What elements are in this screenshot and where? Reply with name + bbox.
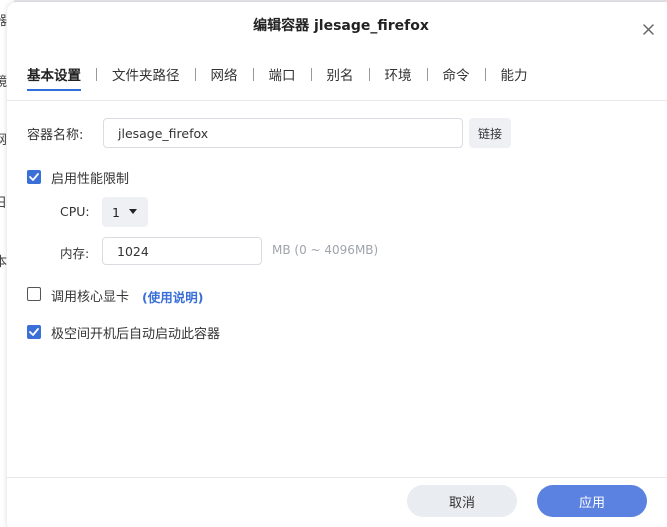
- cpu-select[interactable]: 1: [102, 197, 148, 227]
- perf-limit-label: 启用性能限制: [51, 172, 130, 187]
- gpu-checkbox[interactable]: [27, 287, 41, 301]
- check-icon: [29, 173, 39, 181]
- tab-ports[interactable]: 端口: [269, 64, 296, 90]
- container-name-label: 容器名称:: [27, 128, 84, 143]
- tab-separator: [194, 67, 196, 81]
- memory-label: 内存:: [60, 246, 90, 261]
- tab-separator: [252, 67, 254, 81]
- memory-range-hint: MB (0 ~ 4096MB): [272, 243, 379, 257]
- tab-environment[interactable]: 环境: [385, 64, 412, 90]
- tab-bar: 基本设置 文件夹路径 网络 端口 别名 环境 命令 能力: [27, 62, 528, 92]
- gpu-label: 调用核心显卡: [51, 290, 130, 305]
- dialog-title: 编辑容器 jlesage_firefox: [253, 18, 429, 34]
- background-text: 日: [0, 196, 8, 211]
- tab-folder-path[interactable]: 文件夹路径: [112, 64, 180, 90]
- apply-button[interactable]: 应用: [537, 485, 647, 517]
- tab-separator: [310, 67, 312, 81]
- caret-down-icon: [129, 209, 137, 214]
- memory-input[interactable]: 1024: [102, 237, 262, 265]
- link-button[interactable]: 链接: [469, 118, 511, 148]
- autostart-label: 极空间开机后自动启动此容器: [51, 327, 221, 342]
- tab-capabilities[interactable]: 能力: [501, 64, 528, 90]
- cpu-label: CPU:: [60, 204, 90, 219]
- background-text: 器: [0, 14, 8, 29]
- tab-separator: [426, 67, 428, 81]
- tabs-divider: [7, 100, 667, 101]
- check-icon: [29, 328, 39, 336]
- tab-separator: [368, 67, 370, 81]
- tab-alias[interactable]: 别名: [327, 64, 354, 90]
- background-text: 镜: [0, 75, 8, 90]
- background-text: 本: [0, 255, 8, 270]
- tab-network[interactable]: 网络: [211, 64, 238, 90]
- memory-value: 1024: [117, 243, 149, 259]
- gpu-help-link[interactable]: (使用说明): [142, 287, 203, 306]
- tab-command[interactable]: 命令: [443, 64, 470, 90]
- close-icon[interactable]: [640, 21, 658, 39]
- container-name-value: jlesage_firefox: [118, 125, 209, 141]
- autostart-checkbox[interactable]: [27, 325, 41, 339]
- tab-basic-settings[interactable]: 基本设置: [27, 64, 81, 91]
- cpu-value: 1: [112, 204, 120, 220]
- container-name-input[interactable]: jlesage_firefox: [103, 118, 463, 148]
- footer-divider: [7, 477, 667, 478]
- cancel-button[interactable]: 取消: [407, 485, 517, 517]
- tab-separator: [484, 67, 486, 81]
- perf-limit-checkbox[interactable]: [27, 170, 41, 184]
- background-text: 网: [0, 133, 8, 148]
- edit-container-dialog: 编辑容器 jlesage_firefox 基本设置 文件夹路径 网络 端口 别名…: [7, 2, 667, 527]
- tab-separator: [96, 67, 97, 81]
